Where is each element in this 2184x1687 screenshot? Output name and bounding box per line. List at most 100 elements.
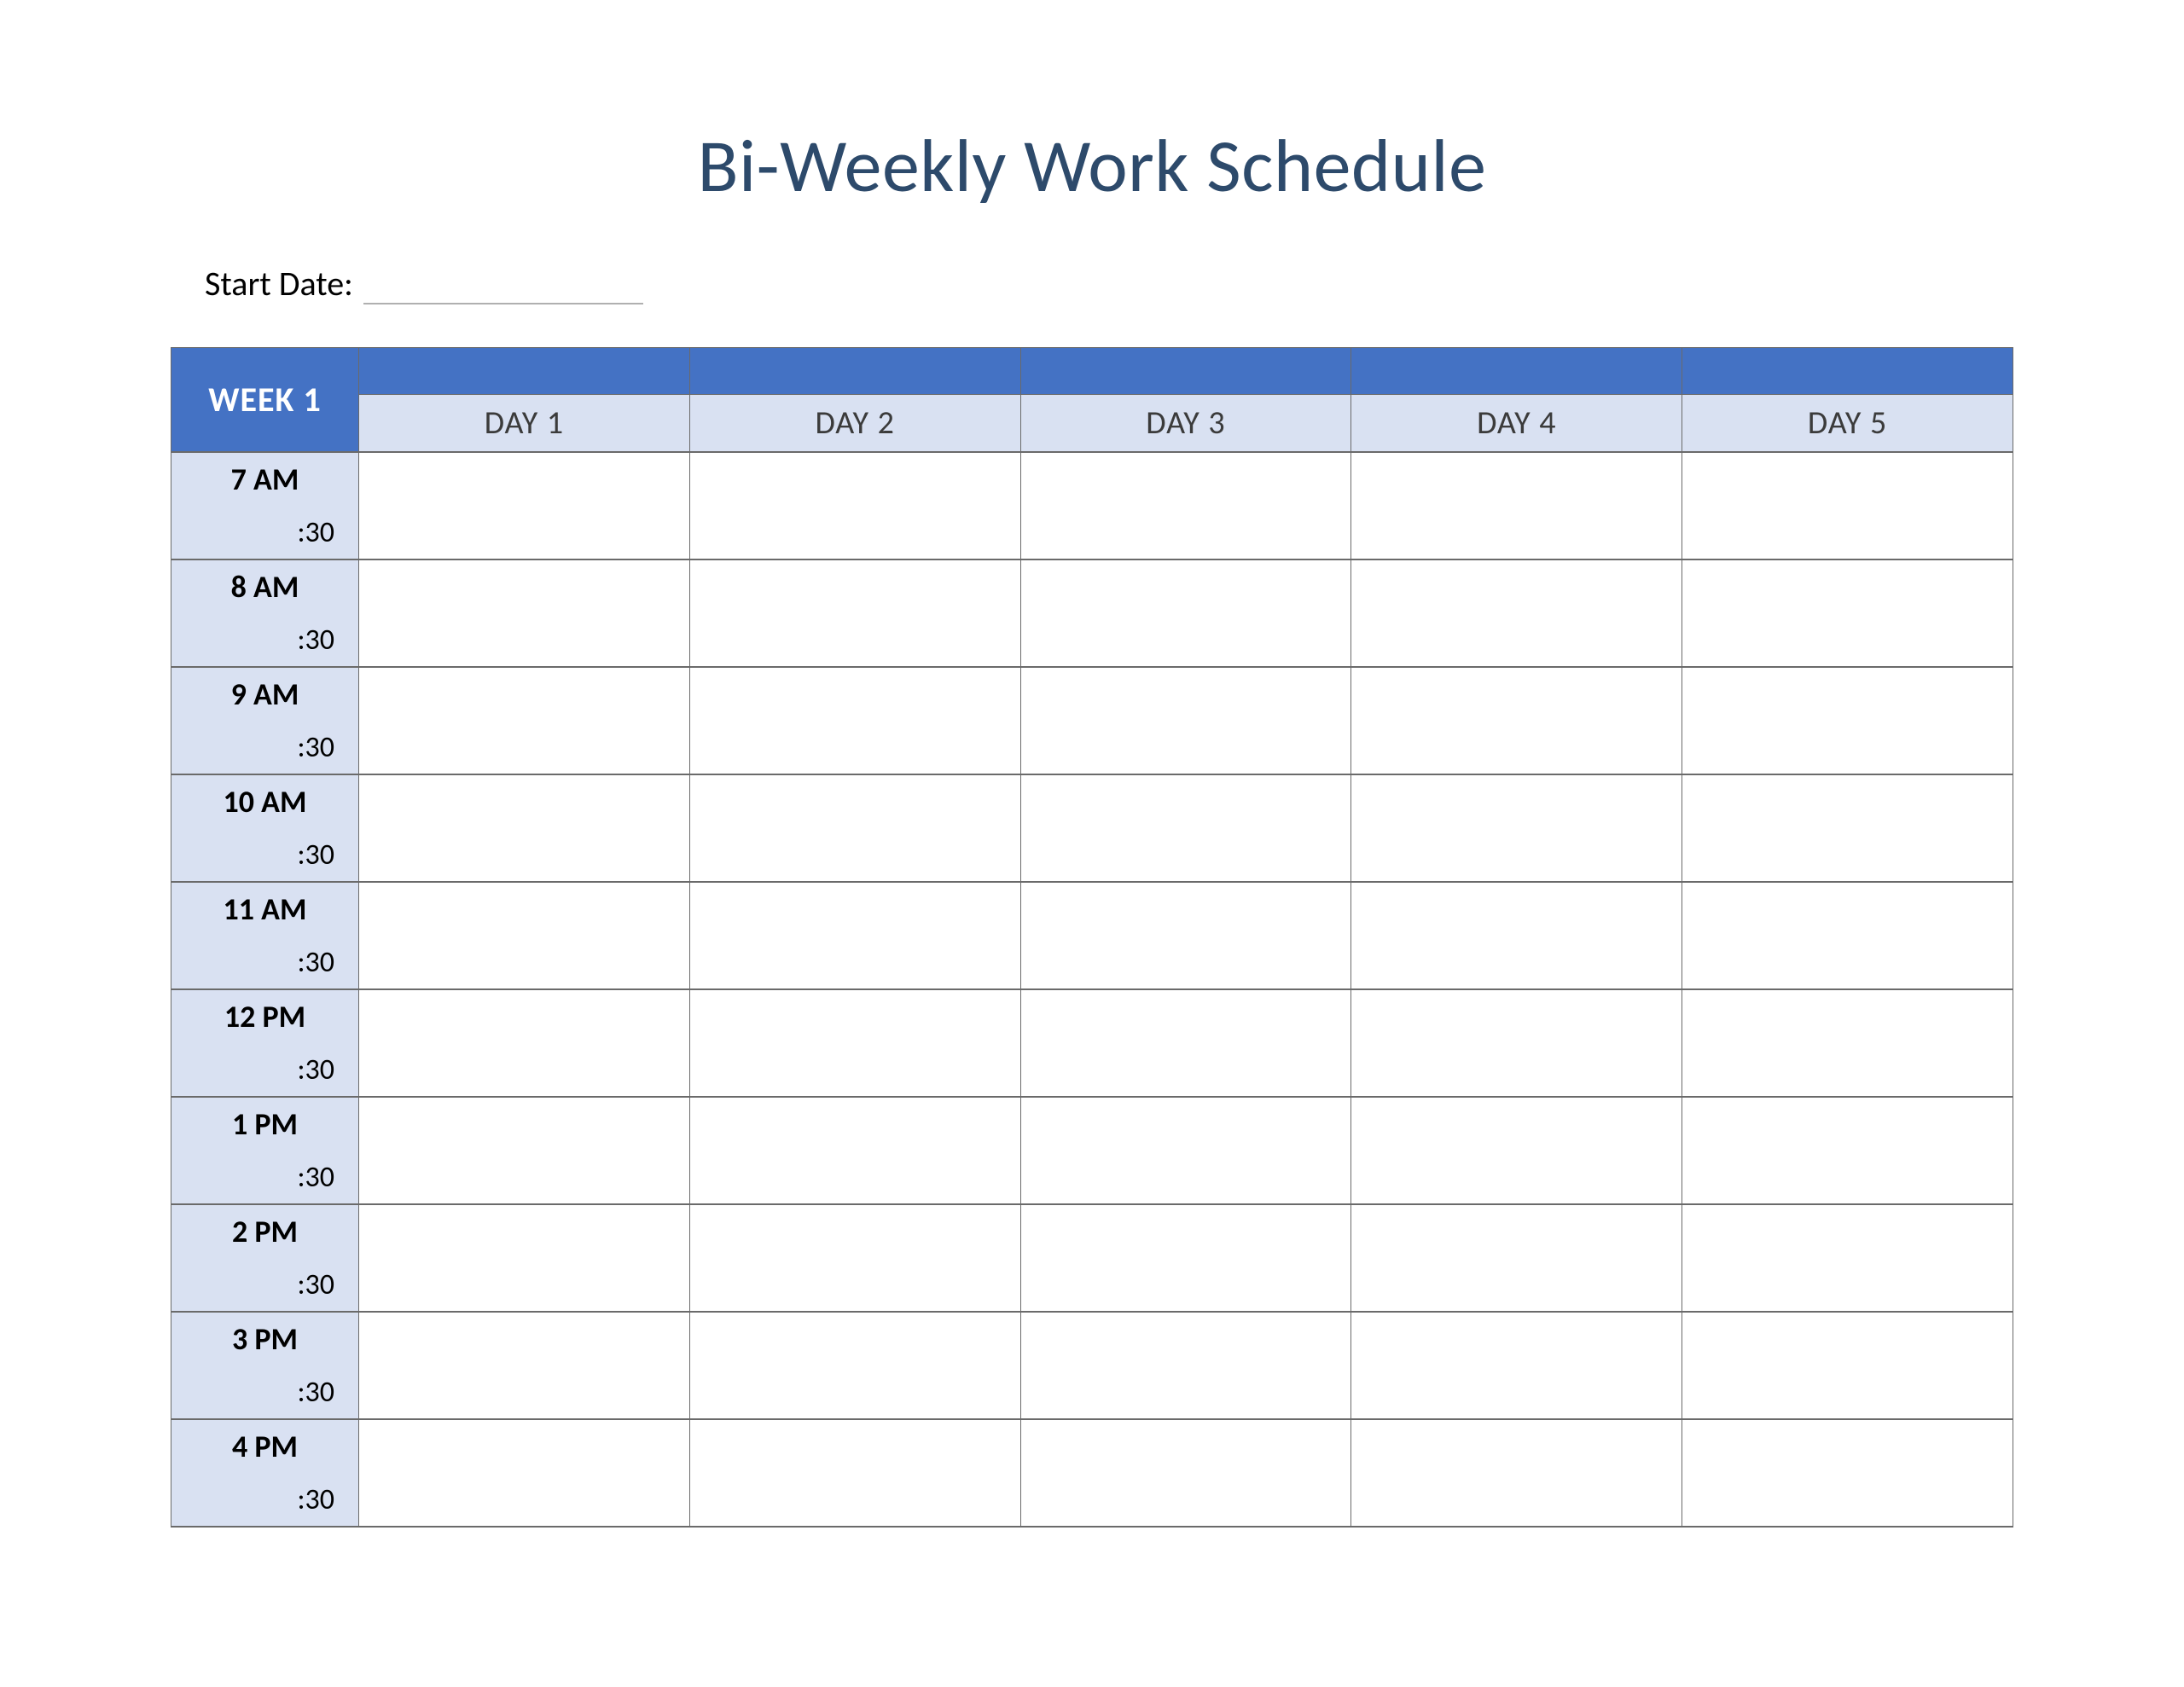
- schedule-cell[interactable]: [1682, 774, 2013, 828]
- schedule-cell[interactable]: [1020, 1151, 1351, 1204]
- schedule-cell[interactable]: [1020, 613, 1351, 667]
- schedule-cell[interactable]: [1682, 667, 2013, 721]
- schedule-cell[interactable]: [1351, 1043, 1682, 1097]
- schedule-cell[interactable]: [1351, 1258, 1682, 1312]
- schedule-cell[interactable]: [1020, 1258, 1351, 1312]
- schedule-cell[interactable]: [1682, 1204, 2013, 1258]
- schedule-cell[interactable]: [689, 1473, 1020, 1527]
- schedule-cell[interactable]: [359, 1365, 690, 1419]
- schedule-cell[interactable]: [359, 1258, 690, 1312]
- schedule-cell[interactable]: [689, 667, 1020, 721]
- schedule-cell[interactable]: [1351, 1365, 1682, 1419]
- schedule-cell[interactable]: [1682, 1151, 2013, 1204]
- schedule-cell[interactable]: [1682, 506, 2013, 559]
- schedule-cell[interactable]: [1682, 936, 2013, 989]
- schedule-cell[interactable]: [359, 1097, 690, 1151]
- schedule-cell[interactable]: [359, 1473, 690, 1527]
- schedule-cell[interactable]: [1682, 721, 2013, 774]
- schedule-cell[interactable]: [359, 1204, 690, 1258]
- schedule-cell[interactable]: [1682, 613, 2013, 667]
- schedule-cell[interactable]: [689, 882, 1020, 936]
- schedule-cell[interactable]: [1351, 613, 1682, 667]
- schedule-cell[interactable]: [1682, 1312, 2013, 1365]
- schedule-cell[interactable]: [1351, 936, 1682, 989]
- schedule-cell[interactable]: [1351, 1419, 1682, 1473]
- schedule-cell[interactable]: [1351, 1473, 1682, 1527]
- schedule-cell[interactable]: [689, 1097, 1020, 1151]
- schedule-cell[interactable]: [1351, 721, 1682, 774]
- schedule-cell[interactable]: [1020, 1419, 1351, 1473]
- schedule-cell[interactable]: [359, 882, 690, 936]
- schedule-cell[interactable]: [1351, 1097, 1682, 1151]
- schedule-cell[interactable]: [1020, 667, 1351, 721]
- schedule-cell[interactable]: [1020, 774, 1351, 828]
- schedule-cell[interactable]: [1020, 936, 1351, 989]
- schedule-cell[interactable]: [689, 613, 1020, 667]
- schedule-cell[interactable]: [1020, 989, 1351, 1043]
- schedule-cell[interactable]: [689, 452, 1020, 506]
- schedule-cell[interactable]: [1682, 1419, 2013, 1473]
- schedule-cell[interactable]: [1351, 1151, 1682, 1204]
- schedule-cell[interactable]: [1020, 559, 1351, 613]
- schedule-cell[interactable]: [1020, 1204, 1351, 1258]
- schedule-cell[interactable]: [1682, 1258, 2013, 1312]
- schedule-cell[interactable]: [689, 1419, 1020, 1473]
- schedule-cell[interactable]: [689, 989, 1020, 1043]
- schedule-cell[interactable]: [689, 1365, 1020, 1419]
- schedule-cell[interactable]: [689, 506, 1020, 559]
- schedule-cell[interactable]: [1682, 452, 2013, 506]
- schedule-cell[interactable]: [1020, 1043, 1351, 1097]
- schedule-cell[interactable]: [359, 1151, 690, 1204]
- schedule-cell[interactable]: [1682, 989, 2013, 1043]
- schedule-cell[interactable]: [1682, 1473, 2013, 1527]
- schedule-cell[interactable]: [1020, 452, 1351, 506]
- schedule-cell[interactable]: [1682, 882, 2013, 936]
- schedule-cell[interactable]: [1351, 559, 1682, 613]
- schedule-cell[interactable]: [1020, 721, 1351, 774]
- schedule-cell[interactable]: [1020, 1365, 1351, 1419]
- schedule-cell[interactable]: [1351, 1204, 1682, 1258]
- schedule-cell[interactable]: [689, 1312, 1020, 1365]
- schedule-cell[interactable]: [1020, 828, 1351, 882]
- schedule-cell[interactable]: [689, 1204, 1020, 1258]
- schedule-cell[interactable]: [689, 721, 1020, 774]
- schedule-cell[interactable]: [359, 1419, 690, 1473]
- schedule-cell[interactable]: [689, 774, 1020, 828]
- schedule-cell[interactable]: [1020, 882, 1351, 936]
- schedule-cell[interactable]: [1351, 882, 1682, 936]
- schedule-cell[interactable]: [689, 1043, 1020, 1097]
- schedule-cell[interactable]: [1682, 828, 2013, 882]
- schedule-cell[interactable]: [1351, 1312, 1682, 1365]
- schedule-cell[interactable]: [359, 667, 690, 721]
- schedule-cell[interactable]: [359, 774, 690, 828]
- schedule-cell[interactable]: [1682, 1365, 2013, 1419]
- schedule-cell[interactable]: [359, 1312, 690, 1365]
- schedule-cell[interactable]: [689, 1151, 1020, 1204]
- schedule-cell[interactable]: [359, 452, 690, 506]
- start-date-input[interactable]: [363, 269, 643, 304]
- schedule-cell[interactable]: [1682, 1097, 2013, 1151]
- schedule-cell[interactable]: [1351, 989, 1682, 1043]
- schedule-cell[interactable]: [1351, 667, 1682, 721]
- schedule-cell[interactable]: [1020, 506, 1351, 559]
- schedule-cell[interactable]: [1020, 1473, 1351, 1527]
- schedule-cell[interactable]: [689, 936, 1020, 989]
- schedule-cell[interactable]: [1020, 1097, 1351, 1151]
- schedule-cell[interactable]: [1682, 1043, 2013, 1097]
- schedule-cell[interactable]: [1351, 828, 1682, 882]
- schedule-cell[interactable]: [689, 559, 1020, 613]
- schedule-cell[interactable]: [689, 1258, 1020, 1312]
- schedule-cell[interactable]: [359, 613, 690, 667]
- schedule-cell[interactable]: [1682, 559, 2013, 613]
- schedule-cell[interactable]: [359, 559, 690, 613]
- schedule-cell[interactable]: [1020, 1312, 1351, 1365]
- schedule-cell[interactable]: [1351, 506, 1682, 559]
- schedule-cell[interactable]: [359, 1043, 690, 1097]
- schedule-cell[interactable]: [359, 721, 690, 774]
- schedule-cell[interactable]: [689, 828, 1020, 882]
- schedule-cell[interactable]: [359, 936, 690, 989]
- schedule-cell[interactable]: [1351, 452, 1682, 506]
- schedule-cell[interactable]: [359, 989, 690, 1043]
- schedule-cell[interactable]: [359, 506, 690, 559]
- schedule-cell[interactable]: [1351, 774, 1682, 828]
